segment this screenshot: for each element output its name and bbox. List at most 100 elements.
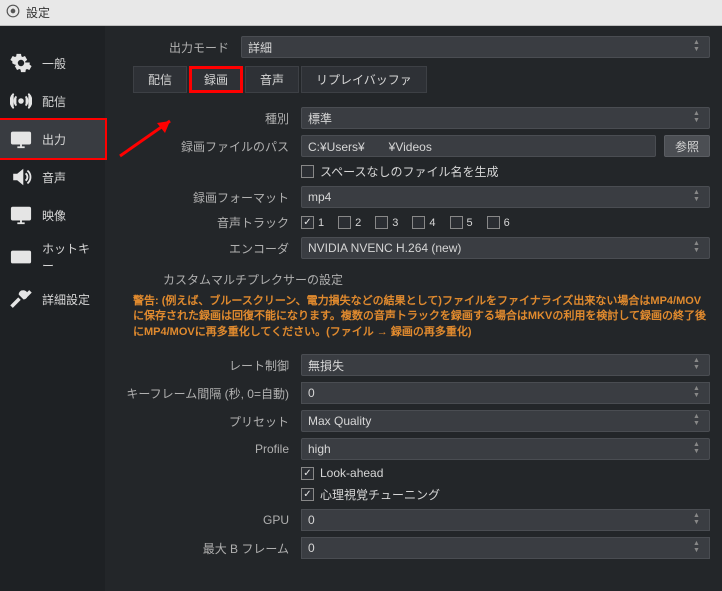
bframes-input[interactable]: 0 ▲▼: [301, 537, 710, 559]
tab-label: 録画: [204, 73, 228, 87]
output-tabs: 配信 録画 音声 リプレイバッファ: [133, 66, 710, 93]
muxer-section-label: カスタムマルチプレクサーの設定: [163, 271, 710, 288]
type-label: 種別: [113, 110, 293, 127]
warning-text: 警告: (例えば、ブルースクリーン、電力損失などの結果として)ファイルをファイナ…: [133, 294, 710, 340]
track-1-checkbox[interactable]: [301, 216, 314, 229]
gpu-label: GPU: [113, 513, 293, 527]
path-input[interactable]: C:¥Users¥ ¥Videos: [301, 135, 656, 157]
window-title: 設定: [26, 4, 50, 21]
sidebar-item-label: 詳細設定: [42, 291, 97, 308]
chevron-updown-icon: ▲▼: [693, 240, 707, 256]
track-4-checkbox[interactable]: [412, 216, 425, 229]
path-label: 録画ファイルのパス: [113, 138, 293, 155]
gpu-input[interactable]: 0 ▲▼: [301, 509, 710, 531]
track-num: 1: [318, 217, 324, 229]
tab-label: 音声: [260, 73, 284, 87]
rate-label: レート制御: [113, 357, 293, 374]
profile-value: high: [308, 442, 331, 456]
browse-button[interactable]: 参照: [664, 135, 710, 157]
bframes-label: 最大 B フレーム: [113, 540, 293, 557]
keyboard-icon: [8, 244, 34, 270]
content-panel: 出力モード 詳細 ▲▼ 配信 録画 音声 リプレイバッファ 種別 標準 ▲▼: [105, 26, 722, 591]
track-2-checkbox[interactable]: [338, 216, 351, 229]
format-label: 録画フォーマット: [113, 189, 293, 206]
format-value: mp4: [308, 190, 331, 204]
gpu-value: 0: [308, 513, 315, 527]
sidebar-item-video[interactable]: 映像: [0, 196, 105, 234]
profile-label: Profile: [113, 442, 293, 456]
output-icon: [8, 126, 34, 152]
preset-select[interactable]: Max Quality ▲▼: [301, 410, 710, 432]
tab-replay[interactable]: リプレイバッファ: [301, 66, 427, 93]
sidebar-item-stream[interactable]: 配信: [0, 82, 105, 120]
tab-label: 配信: [148, 73, 172, 87]
spaceless-label: スペースなしのファイル名を生成: [320, 163, 499, 180]
track-label: 音声トラック: [113, 214, 293, 231]
sidebar-item-label: 配信: [42, 93, 97, 110]
keyint-label: キーフレーム間隔 (秒, 0=自動): [113, 385, 293, 402]
format-select[interactable]: mp4 ▲▼: [301, 186, 710, 208]
titlebar: 設定: [0, 0, 722, 26]
monitor-icon: [8, 202, 34, 228]
sidebar-item-output[interactable]: 出力: [0, 118, 107, 160]
track-num: 2: [355, 217, 361, 229]
tab-stream[interactable]: 配信: [133, 66, 187, 93]
sidebar-item-general[interactable]: 一般: [0, 44, 105, 82]
track-num: 5: [467, 217, 473, 229]
browse-label: 参照: [675, 138, 699, 155]
sidebar: 一般 配信 出力 音声 映像: [0, 26, 105, 591]
keyint-value: 0: [308, 386, 315, 400]
encoder-select[interactable]: NVIDIA NVENC H.264 (new) ▲▼: [301, 237, 710, 259]
track-num: 4: [429, 217, 435, 229]
lookahead-checkbox[interactable]: [301, 467, 314, 480]
sidebar-item-label: 出力: [42, 131, 97, 148]
psycho-checkbox[interactable]: [301, 488, 314, 501]
profile-select[interactable]: high ▲▼: [301, 438, 710, 460]
broadcast-icon: [8, 88, 34, 114]
chevron-updown-icon: ▲▼: [693, 357, 707, 373]
type-select[interactable]: 標準 ▲▼: [301, 107, 710, 129]
app-icon: [6, 4, 20, 21]
track-3-checkbox[interactable]: [375, 216, 388, 229]
output-mode-select[interactable]: 詳細 ▲▼: [241, 36, 710, 58]
encoder-label: エンコーダ: [113, 240, 293, 257]
psycho-label: 心理視覚チューニング: [320, 486, 440, 503]
lookahead-label: Look-ahead: [320, 466, 383, 480]
tab-record[interactable]: 録画: [189, 66, 243, 93]
stepper-icon[interactable]: ▲▼: [693, 512, 707, 528]
sidebar-item-advanced[interactable]: 詳細設定: [0, 280, 105, 318]
encoder-value: NVIDIA NVENC H.264 (new): [308, 241, 461, 255]
sidebar-item-label: 音声: [42, 169, 97, 186]
output-mode-label: 出力モード: [113, 39, 233, 56]
sidebar-item-label: ホットキー: [42, 240, 97, 274]
track-6-checkbox[interactable]: [487, 216, 500, 229]
chevron-updown-icon: ▲▼: [693, 189, 707, 205]
tools-icon: [8, 286, 34, 312]
tab-audio[interactable]: 音声: [245, 66, 299, 93]
speaker-icon: [8, 164, 34, 190]
gear-icon: [8, 50, 34, 76]
track-num: 3: [392, 217, 398, 229]
chevron-updown-icon: ▲▼: [693, 441, 707, 457]
stepper-icon[interactable]: ▲▼: [693, 385, 707, 401]
chevron-updown-icon: ▲▼: [693, 39, 707, 55]
stepper-icon[interactable]: ▲▼: [693, 540, 707, 556]
bframes-value: 0: [308, 541, 315, 555]
sidebar-item-audio[interactable]: 音声: [0, 158, 105, 196]
chevron-updown-icon: ▲▼: [693, 110, 707, 126]
spaceless-checkbox[interactable]: [301, 165, 314, 178]
sidebar-item-hotkeys[interactable]: ホットキー: [0, 234, 105, 280]
track-5-checkbox[interactable]: [450, 216, 463, 229]
keyint-input[interactable]: 0 ▲▼: [301, 382, 710, 404]
rate-select[interactable]: 無損失 ▲▼: [301, 354, 710, 376]
sidebar-item-label: 一般: [42, 55, 97, 72]
output-mode-value: 詳細: [248, 39, 272, 56]
chevron-updown-icon: ▲▼: [693, 413, 707, 429]
path-value: C:¥Users¥ ¥Videos: [308, 138, 432, 155]
preset-value: Max Quality: [308, 414, 371, 428]
rate-value: 無損失: [308, 357, 344, 374]
tab-label: リプレイバッファ: [316, 73, 412, 87]
audio-tracks: 1 2 3 4 5 6: [301, 216, 710, 229]
preset-label: プリセット: [113, 413, 293, 430]
sidebar-item-label: 映像: [42, 207, 97, 224]
